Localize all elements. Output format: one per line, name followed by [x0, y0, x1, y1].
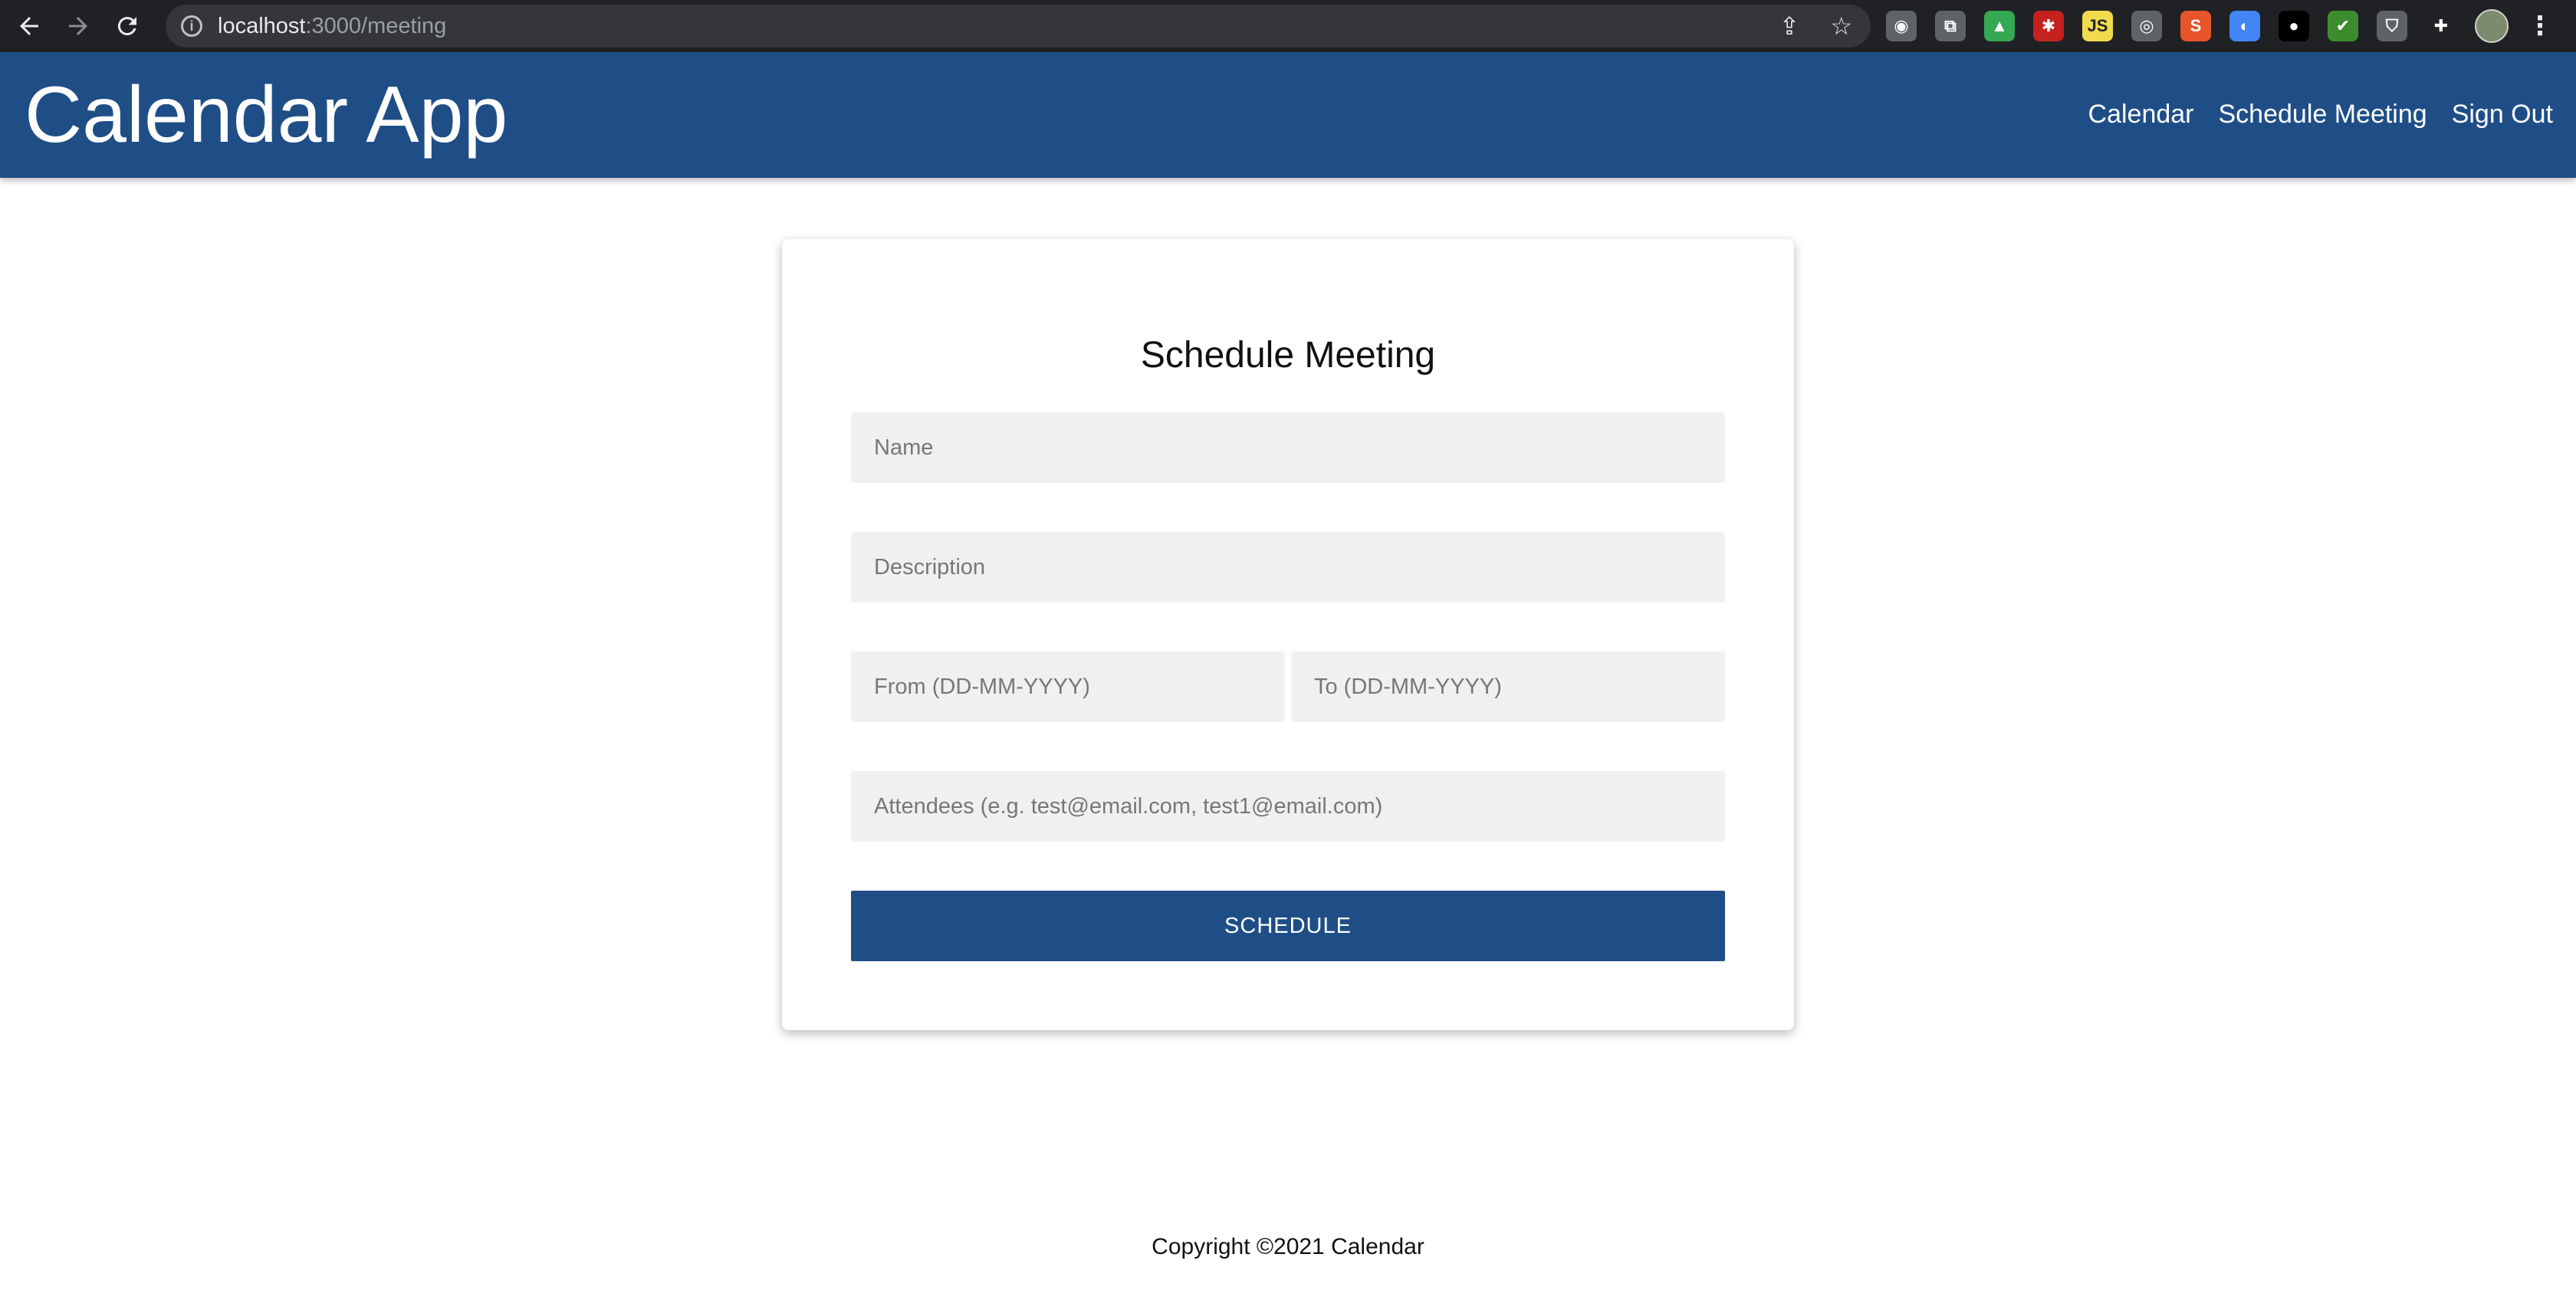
nav-calendar[interactable]: Calendar — [2088, 100, 2194, 130]
schedule-button[interactable]: SCHEDULE — [851, 891, 1725, 961]
profile-avatar[interactable] — [2475, 9, 2509, 43]
app-title: Calendar App — [25, 71, 508, 159]
s-icon[interactable]: S — [2180, 11, 2211, 41]
schedule-meeting-card: Schedule Meeting SCHEDULE — [782, 239, 1794, 1030]
bookmark-star-icon[interactable]: ☆ — [1830, 11, 1852, 41]
form-title: Schedule Meeting — [1140, 335, 1436, 376]
info-icon[interactable]: i — [181, 15, 202, 37]
circle-icon[interactable]: ● — [2279, 11, 2309, 41]
extensions-icon[interactable]: ✚ — [2426, 11, 2456, 41]
reload-button[interactable] — [107, 6, 147, 46]
forward-button[interactable] — [58, 6, 98, 46]
to-date-input[interactable] — [1291, 652, 1725, 722]
puzzle-red-icon[interactable]: ✱ — [2033, 11, 2064, 41]
arrow-right-icon — [69, 17, 87, 35]
back-button[interactable] — [9, 6, 49, 46]
app-nav: Calendar Schedule Meeting Sign Out — [2088, 100, 2553, 130]
share-icon[interactable]: ⇪ — [1779, 11, 1800, 41]
app-header: Calendar App Calendar Schedule Meeting S… — [0, 52, 2576, 178]
translate-icon[interactable]: ⧉ — [1935, 11, 1966, 41]
browser-toolbar: i localhost:3000/meeting ⇪ ☆ ◉ ⧉ ▲ ✱ JS ◎ S ◐ ● ✔… — [0, 0, 2576, 52]
reload-icon — [117, 17, 136, 36]
footer-copyright: Copyright ©2021 Calendar — [1152, 1234, 1424, 1259]
nav-schedule-meeting[interactable]: Schedule Meeting — [2219, 100, 2427, 130]
google-lens-icon[interactable]: ◐ — [2229, 11, 2260, 41]
shield-icon[interactable]: ⛉ — [2377, 11, 2407, 41]
extensions-bar: ◉ ⧉ ▲ ✱ JS ◎ S ◐ ● ✔ ⛉ ✚ ⋮ — [1886, 6, 2553, 46]
target-icon[interactable]: ◎ — [2131, 11, 2162, 41]
address-bar[interactable]: i localhost:3000/meeting ⇪ ☆ — [166, 5, 1871, 48]
more-menu-icon[interactable]: ⋮ — [2527, 11, 2553, 41]
url-text: localhost:3000/meeting — [218, 13, 447, 38]
description-input[interactable] — [851, 532, 1725, 602]
name-input[interactable] — [851, 412, 1725, 483]
arrow-left-icon — [20, 17, 38, 35]
nav-sign-out[interactable]: Sign Out — [2452, 100, 2553, 130]
js-icon[interactable]: JS — [2082, 11, 2113, 41]
camera-icon[interactable]: ◉ — [1886, 11, 1917, 41]
check-icon[interactable]: ✔ — [2328, 11, 2358, 41]
drive-icon[interactable]: ▲ — [1984, 11, 2015, 41]
from-date-input[interactable] — [851, 652, 1285, 722]
attendees-input[interactable] — [851, 771, 1725, 842]
